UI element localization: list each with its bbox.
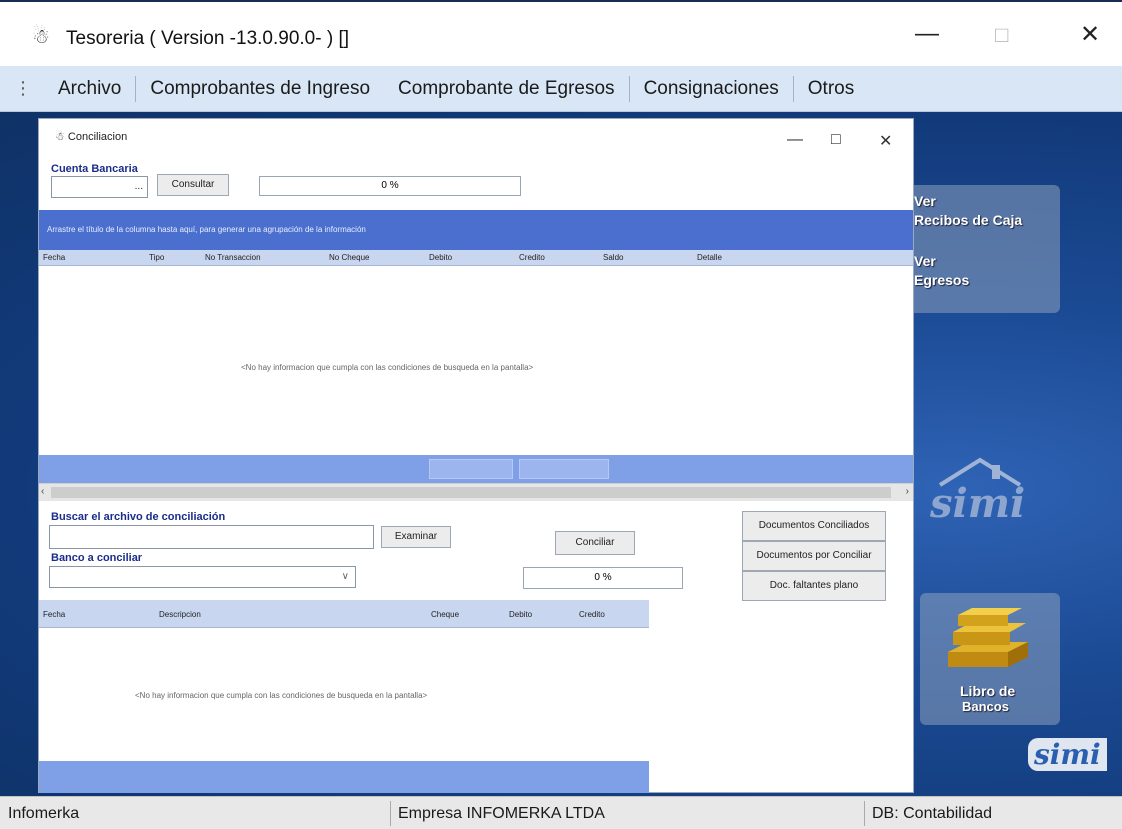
horizontal-scrollbar[interactable]: ‹ › (39, 483, 913, 501)
grid-header: Fecha Tipo No Transaccion No Cheque Debi… (39, 250, 913, 266)
dialog-minimize-button[interactable]: — (787, 131, 803, 149)
buscar-archivo-label: Buscar el archivo de conciliación (51, 511, 226, 523)
chevron-down-icon[interactable]: ∨ (342, 571, 349, 582)
tile-recibos-line1: Ver (914, 193, 936, 209)
conciliar-button[interactable]: Conciliar (555, 531, 635, 555)
col2-debito[interactable]: Debito (509, 610, 532, 619)
status-user: Infomerka (8, 805, 80, 822)
menu-otros[interactable]: Otros (794, 78, 868, 100)
conciliacion-window: ☃ Conciliacion — □ ✕ Cuenta Bancaria ...… (38, 118, 914, 793)
group-by-bar: Arrastre el título de la columna hasta a… (39, 210, 913, 250)
status-separator (864, 801, 865, 826)
tile-libro-bancos[interactable]: Libro de Bancos (920, 593, 1060, 725)
doc-faltantes-plano-button[interactable]: Doc. faltantes plano (742, 571, 886, 601)
tile-libro-line2: Bancos (962, 699, 1009, 714)
menu-archivo[interactable]: Archivo (44, 78, 135, 100)
col-detalle[interactable]: Detalle (697, 253, 722, 262)
tile-egresos-line1: Ver (914, 253, 936, 269)
bottom-progress-bar: 0 % (523, 567, 683, 589)
col-tipo[interactable]: Tipo (149, 253, 164, 262)
app-icon: ☃ (32, 26, 50, 48)
grid2-header: Fecha Descripcion Cheque Debito Credito (39, 600, 649, 628)
empty-grid2-message: <No hay informacion que cumpla con las c… (135, 691, 428, 700)
scroll-left-icon[interactable]: ‹ (41, 486, 44, 497)
documentos-conciliados-button[interactable]: Documentos Conciliados (742, 511, 886, 541)
col-debito[interactable]: Debito (429, 253, 452, 262)
simi-watermark: simi (929, 480, 1025, 525)
documentos-por-conciliar-button[interactable]: Documentos por Conciliar (742, 541, 886, 571)
examinar-button[interactable]: Examinar (381, 526, 451, 548)
tile-recibos-egresos[interactable]: Ver Recibos de Caja Ver Egresos (900, 185, 1060, 313)
menu-comprobante-egresos[interactable]: Comprobante de Egresos (384, 78, 629, 100)
col2-fecha[interactable]: Fecha (43, 610, 65, 619)
cuenta-bancaria-field[interactable]: ... (51, 176, 148, 198)
menu-bar: ⋮ Archivo Comprobantes de Ingreso Compro… (0, 66, 1122, 112)
tile-recibos-line2: Recibos de Caja (914, 212, 1023, 228)
window-title: Tesoreria ( Version -13.0.90.0- ) [] (66, 28, 350, 49)
footer-cell-debito (429, 459, 513, 479)
menu-comprobantes-ingreso[interactable]: Comprobantes de Ingreso (136, 78, 384, 100)
dialog-title: ☃ Conciliacion (55, 131, 128, 143)
dialog-close-button[interactable]: ✕ (879, 131, 892, 151)
maximize-button[interactable]: □ (995, 22, 1008, 48)
top-progress-bar: 0 % (259, 176, 521, 196)
grid-footer (39, 455, 913, 483)
tile-egresos-line2: Egresos (914, 272, 970, 288)
col-saldo[interactable]: Saldo (603, 253, 623, 262)
tile-libro-line1: Libro de (960, 683, 1016, 699)
cuenta-browse-button[interactable]: ... (135, 181, 143, 192)
group-hint: Arrastre el título de la columna hasta a… (47, 225, 366, 234)
house-logo-icon: simi (929, 457, 1025, 525)
close-button[interactable]: ✕ (1080, 20, 1100, 49)
col-fecha[interactable]: Fecha (43, 253, 65, 262)
grid2-footer (39, 761, 649, 793)
col2-cheque[interactable]: Cheque (431, 610, 459, 619)
scroll-right-icon[interactable]: › (906, 486, 909, 497)
window-titlebar: ☃ Tesoreria ( Version -13.0.90.0- ) [] —… (0, 0, 1122, 66)
scroll-thumb[interactable] (51, 487, 891, 498)
footer-cell-credito (519, 459, 609, 479)
dialog-title-text: Conciliacion (67, 131, 128, 143)
menu-grip-icon: ⋮ (14, 78, 32, 98)
col-no-cheque[interactable]: No Cheque (329, 253, 369, 262)
col2-descripcion[interactable]: Descripcion (159, 610, 201, 619)
col-credito[interactable]: Credito (519, 253, 545, 262)
menu-consignaciones[interactable]: Consignaciones (630, 78, 793, 100)
col2-credito[interactable]: Credito (579, 610, 605, 619)
banco-conciliar-label: Banco a conciliar (51, 552, 143, 564)
status-separator (390, 801, 391, 826)
simi-logo: simi (1028, 738, 1107, 771)
dialog-maximize-button[interactable]: □ (831, 131, 841, 149)
empty-grid-message: <No hay informacion que cumpla con las c… (241, 363, 534, 372)
cuenta-bancaria-label: Cuenta Bancaria (51, 163, 138, 175)
consultar-button[interactable]: Consultar (157, 174, 229, 196)
minimize-button[interactable]: — (915, 20, 939, 48)
status-db: DB: Contabilidad (872, 805, 993, 822)
status-empresa: Empresa INFOMERKA LTDA (398, 805, 605, 822)
archivo-path-field[interactable] (49, 525, 374, 549)
banco-select[interactable]: ∨ (49, 566, 356, 588)
gold-bars-icon (948, 608, 1028, 667)
col-no-transaccion[interactable]: No Transaccion (205, 253, 261, 262)
status-bar: Infomerka Empresa INFOMERKA LTDA DB: Con… (0, 796, 1122, 829)
